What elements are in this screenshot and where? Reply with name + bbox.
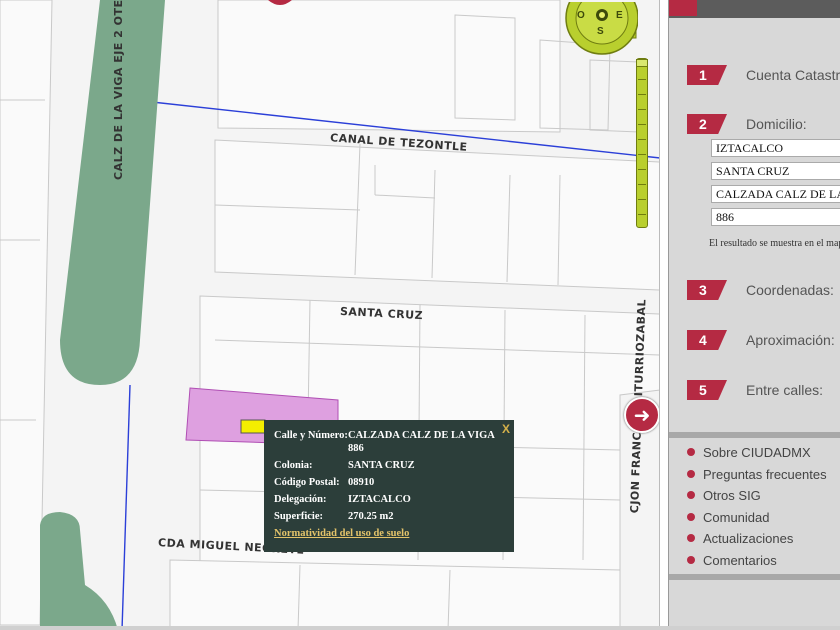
- popup-row-delegacion: Delegación: IZTACALCO: [274, 493, 504, 506]
- popup-row-calle: Calle y Número: CALZADA CALZ DE LA VIGA …: [274, 429, 504, 455]
- step-cuenta-catastral[interactable]: 1 Cuenta Catastral:: [687, 65, 840, 85]
- street-label-calz-viga: CALZ DE LA VIGA EJE 2 OTE: [112, 0, 125, 180]
- link-comentarios[interactable]: Comentarios: [687, 552, 777, 568]
- land-use-link[interactable]: Normatividad del uso de suelo: [274, 528, 409, 539]
- step-coordenadas[interactable]: 3 Coordenadas:: [687, 280, 834, 300]
- bottom-bar: [0, 626, 840, 630]
- step-label: Coordenadas:: [746, 282, 834, 298]
- zoom-tick: [638, 139, 646, 140]
- link-label: Otros SIG: [703, 487, 761, 503]
- compass-east[interactable]: E: [616, 10, 623, 21]
- zoom-slider-thumb[interactable]: [636, 59, 648, 67]
- popup-row-colonia: Colonia: SANTA CRUZ: [274, 459, 504, 472]
- step-label: Entre calles:: [746, 382, 824, 398]
- arrow-right-icon: ➜: [633, 404, 651, 427]
- popup-row-superficie: Superficie: 270.25 m2: [274, 510, 504, 523]
- link-actualizaciones[interactable]: Actualizaciones: [687, 530, 793, 546]
- step-number: 3: [687, 280, 727, 300]
- popup-row-cp: Código Postal: 08910: [274, 476, 504, 489]
- bullet-icon: [687, 513, 695, 521]
- bullet-icon: [687, 448, 695, 456]
- step-label: Cuenta Catastral:: [746, 67, 840, 83]
- link-label: Comunidad: [703, 509, 770, 525]
- result-note: El resultado se muestra en el mapa: [709, 238, 840, 249]
- panel-divider: [669, 432, 840, 438]
- panel-divider: [669, 574, 840, 580]
- numero-field[interactable]: 886: [711, 208, 840, 226]
- calle-field[interactable]: CALZADA CALZ DE LA VIGA: [711, 185, 840, 203]
- bullet-icon: [687, 556, 695, 564]
- link-label: Comentarios: [703, 552, 777, 568]
- colonia-field[interactable]: SANTA CRUZ: [711, 162, 840, 180]
- link-preguntas[interactable]: Preguntas frecuentes: [687, 466, 827, 482]
- zoom-tick: [638, 184, 646, 185]
- map-view[interactable]: CALZ DE LA VIGA EJE 2 OTE CANAL DE TEZON…: [0, 0, 660, 630]
- zoom-tick: [638, 214, 646, 215]
- bullet-icon: [687, 470, 695, 478]
- popup-key-colonia: Colonia:: [274, 460, 313, 471]
- parcel-info-popup: X Calle y Número: CALZADA CALZ DE LA VIG…: [264, 420, 514, 552]
- popup-key-calle: Calle y Número:: [274, 430, 348, 441]
- zoom-tick: [638, 124, 646, 125]
- bullet-icon: [687, 491, 695, 499]
- compass-control[interactable]: O E S: [564, 0, 639, 64]
- delegacion-field[interactable]: IZTACALCO: [711, 139, 840, 157]
- link-sobre-ciudadmx[interactable]: Sobre CIUDADMX: [687, 444, 811, 460]
- bullet-icon: [687, 534, 695, 542]
- zoom-tick: [638, 94, 646, 95]
- link-comunidad[interactable]: Comunidad: [687, 509, 770, 525]
- panel-header-accent: [669, 0, 697, 16]
- zoom-tick: [638, 169, 646, 170]
- popup-value-calle: CALZADA CALZ DE LA VIGA 886: [348, 430, 495, 454]
- link-label: Sobre CIUDADMX: [703, 444, 811, 460]
- step-number: 4: [687, 330, 727, 350]
- zoom-slider[interactable]: [636, 58, 648, 228]
- step-number: 1: [687, 65, 727, 85]
- step-entre-calles[interactable]: 5 Entre calles:: [687, 380, 823, 400]
- step-domicilio[interactable]: 2 Domicilio:: [687, 114, 807, 134]
- zoom-tick: [638, 79, 646, 80]
- link-label: Actualizaciones: [703, 530, 794, 546]
- step-aproximacion[interactable]: 4 Aproximación:: [687, 330, 835, 350]
- zoom-tick: [638, 154, 646, 155]
- popup-value-superficie: 270.25 m2: [348, 511, 394, 522]
- step-label: Aproximación:: [746, 332, 835, 348]
- next-button[interactable]: ➜: [624, 397, 659, 433]
- popup-value-colonia: SANTA CRUZ: [348, 460, 415, 471]
- step-number: 5: [687, 380, 727, 400]
- compass-west[interactable]: O: [577, 10, 585, 21]
- popup-value-delegacion: IZTACALCO: [348, 494, 411, 505]
- popup-key-cp: Código Postal:: [274, 477, 340, 488]
- compass-south[interactable]: S: [597, 26, 604, 37]
- popup-key-superficie: Superficie:: [274, 511, 323, 522]
- popup-value-cp: 08910: [348, 477, 375, 488]
- zoom-tick: [638, 109, 646, 110]
- step-number: 2: [687, 114, 727, 134]
- popup-close-button[interactable]: X: [502, 422, 510, 436]
- search-panel: 1 Cuenta Catastral: 2 Domicilio: IZTACAL…: [668, 0, 840, 630]
- step-label: Domicilio:: [746, 116, 807, 132]
- link-label: Preguntas frecuentes: [703, 466, 827, 482]
- popup-key-delegacion: Delegación:: [274, 494, 327, 505]
- link-otros-sig[interactable]: Otros SIG: [687, 487, 761, 503]
- zoom-tick: [638, 199, 646, 200]
